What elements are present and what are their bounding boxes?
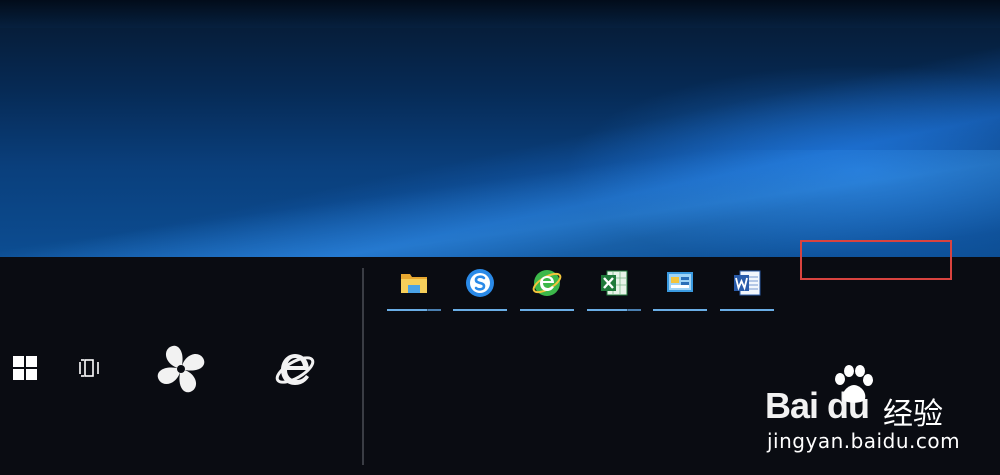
taskbar-360-browser-button[interactable] [520, 265, 574, 311]
fan-app-icon [157, 345, 205, 393]
pinned-fan-app-button[interactable] [155, 343, 207, 395]
baidu-jingyan-watermark: Bai du 经验 jingyan.baidu.com [765, 365, 965, 455]
running-indicator [387, 309, 441, 311]
start-button[interactable] [10, 353, 40, 383]
running-indicator [453, 309, 507, 311]
task-view-button[interactable] [75, 353, 105, 383]
desktop-wallpaper [0, 0, 1000, 257]
sogou-browser-icon [466, 269, 494, 297]
taskbar-divider [362, 268, 364, 465]
internet-explorer-icon [275, 354, 315, 385]
excel-icon [601, 270, 628, 296]
watermark-chinese: 经验 [883, 397, 943, 432]
taskbar-control-panel-button[interactable] [653, 265, 707, 311]
watermark-brand: Bai du [765, 385, 870, 426]
windows-logo-icon [13, 356, 37, 380]
taskbar-file-explorer-button[interactable] [387, 265, 441, 311]
running-indicator [520, 309, 574, 311]
annotation-highlight-box [800, 240, 952, 280]
running-indicator [653, 309, 707, 311]
task-view-icon [79, 359, 99, 377]
360-browser-icon [532, 270, 562, 296]
pinned-internet-explorer-button[interactable] [270, 343, 320, 393]
word-icon [734, 270, 761, 296]
taskbar-word-button[interactable] [720, 265, 774, 311]
wallpaper-top-band [0, 0, 1000, 28]
control-panel-icon [667, 272, 693, 292]
running-indicator [720, 309, 774, 311]
file-explorer-icon [401, 274, 427, 293]
taskbar-excel-button[interactable] [587, 265, 641, 311]
running-indicator [587, 309, 641, 311]
taskbar-sogou-browser-button[interactable] [453, 265, 507, 311]
watermark-url: jingyan.baidu.com [767, 429, 961, 453]
